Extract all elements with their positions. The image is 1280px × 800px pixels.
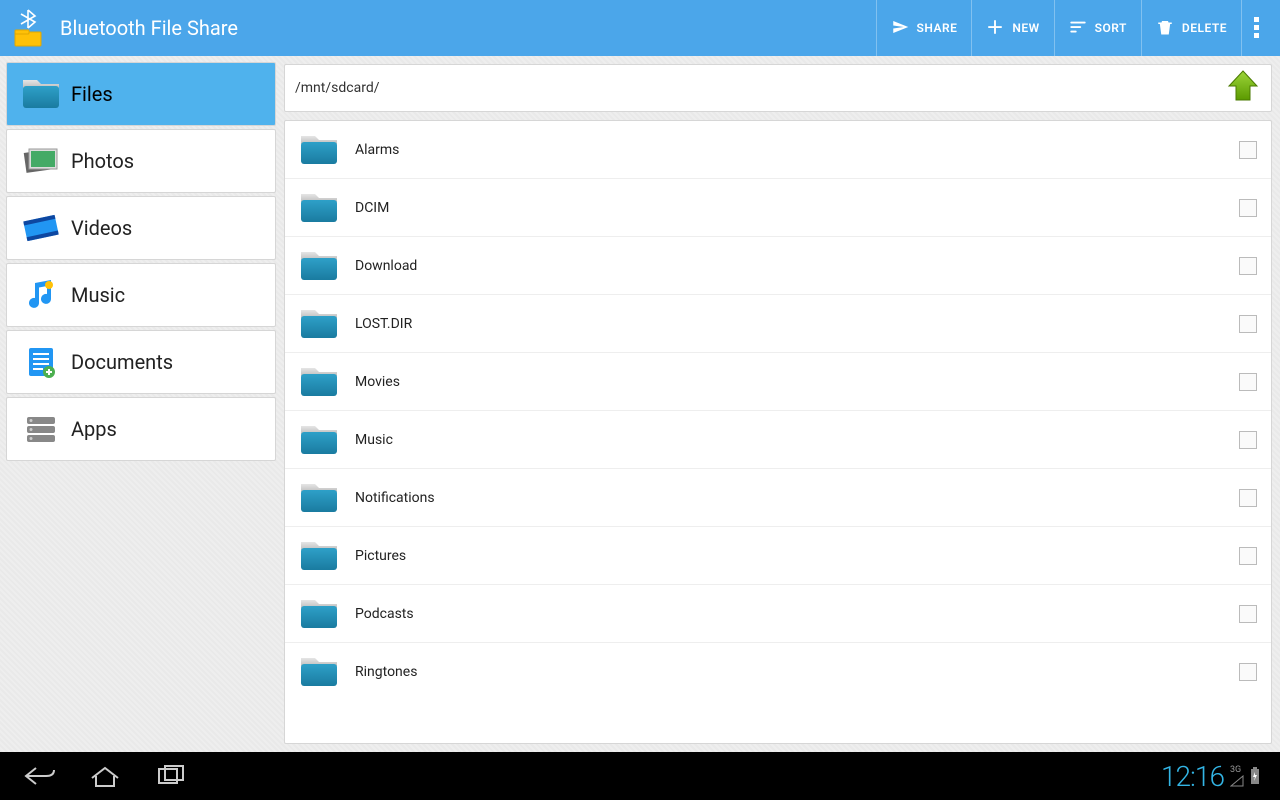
action-bar: Bluetooth File Share SHARE NEW SORT DELE… — [0, 0, 1280, 56]
home-icon — [88, 764, 122, 788]
overflow-menu-button[interactable] — [1241, 0, 1272, 56]
share-label: SHARE — [917, 21, 958, 35]
sidebar-item-label: Music — [71, 283, 125, 307]
main-body: Files Photos Videos Music Documents — [0, 56, 1280, 752]
list-item[interactable]: Podcasts — [285, 585, 1271, 643]
list-item[interactable]: Music — [285, 411, 1271, 469]
battery-icon — [1250, 767, 1260, 785]
list-item[interactable]: Pictures — [285, 527, 1271, 585]
app-title: Bluetooth File Share — [60, 16, 876, 40]
clock: 12:16 — [1161, 760, 1224, 793]
select-checkbox[interactable] — [1239, 373, 1257, 391]
documents-icon — [21, 342, 61, 382]
share-button[interactable]: SHARE — [876, 0, 972, 56]
folder-name: Podcasts — [355, 606, 1239, 622]
list-item[interactable]: LOST.DIR — [285, 295, 1271, 353]
sidebar-item-videos[interactable]: Videos — [6, 196, 276, 260]
list-item[interactable]: Download — [285, 237, 1271, 295]
folder-name: Movies — [355, 374, 1239, 390]
new-button[interactable]: NEW — [971, 0, 1053, 56]
file-list[interactable]: Alarms DCIM Download LOST.DIR Movies Music Not… — [284, 120, 1272, 744]
signal-icon — [1230, 775, 1244, 787]
list-item[interactable]: Alarms — [285, 121, 1271, 179]
select-checkbox[interactable] — [1239, 257, 1257, 275]
folder-name: LOST.DIR — [355, 316, 1239, 332]
folder-name: Alarms — [355, 142, 1239, 158]
select-checkbox[interactable] — [1239, 489, 1257, 507]
sort-label: SORT — [1095, 21, 1127, 35]
sidebar-item-apps[interactable]: Apps — [6, 397, 276, 461]
sidebar-item-photos[interactable]: Photos — [6, 129, 276, 193]
sidebar-item-music[interactable]: Music — [6, 263, 276, 327]
status-area[interactable]: 12:16 3G — [1161, 760, 1260, 793]
recents-button[interactable] — [152, 762, 190, 790]
folder-icon — [299, 362, 339, 402]
sidebar-item-label: Apps — [71, 417, 117, 441]
folder-icon — [299, 652, 339, 692]
folder-name: Ringtones — [355, 664, 1239, 680]
content-panel: /mnt/sdcard/ Alarms DCIM Download LOST.DIR M… — [282, 56, 1280, 752]
folder-icon — [299, 478, 339, 518]
folder-name: DCIM — [355, 200, 1239, 216]
folder-icon — [299, 536, 339, 576]
sidebar-item-documents[interactable]: Documents — [6, 330, 276, 394]
select-checkbox[interactable] — [1239, 315, 1257, 333]
list-item[interactable]: Movies — [285, 353, 1271, 411]
new-label: NEW — [1012, 21, 1039, 35]
sort-button[interactable]: SORT — [1054, 0, 1141, 56]
sort-icon — [1069, 18, 1087, 39]
music-icon — [21, 275, 61, 315]
select-checkbox[interactable] — [1239, 199, 1257, 217]
system-nav-bar: 12:16 3G — [0, 752, 1280, 800]
up-button[interactable] — [1225, 68, 1261, 108]
current-path: /mnt/sdcard/ — [295, 80, 380, 96]
folder-icon — [299, 420, 339, 460]
app-icon — [8, 8, 48, 48]
back-button[interactable] — [20, 762, 58, 790]
folder-name: Download — [355, 258, 1239, 274]
network-label: 3G — [1230, 766, 1241, 775]
photos-icon — [21, 141, 61, 181]
back-icon — [22, 764, 56, 788]
folder-icon — [299, 304, 339, 344]
sidebar: Files Photos Videos Music Documents — [0, 56, 282, 752]
sidebar-item-label: Videos — [71, 216, 132, 240]
sidebar-item-label: Files — [71, 82, 113, 106]
overflow-icon — [1254, 17, 1260, 39]
delete-button[interactable]: DELETE — [1141, 0, 1241, 56]
home-button[interactable] — [86, 762, 124, 790]
list-item[interactable]: DCIM — [285, 179, 1271, 237]
apps-icon — [21, 409, 61, 449]
delete-label: DELETE — [1182, 21, 1227, 35]
select-checkbox[interactable] — [1239, 141, 1257, 159]
select-checkbox[interactable] — [1239, 431, 1257, 449]
folder-name: Music — [355, 432, 1239, 448]
folder-icon — [299, 188, 339, 228]
select-checkbox[interactable] — [1239, 547, 1257, 565]
videos-icon — [21, 208, 61, 248]
sidebar-item-label: Documents — [71, 350, 173, 374]
select-checkbox[interactable] — [1239, 605, 1257, 623]
folder-icon — [299, 594, 339, 634]
arrow-up-icon — [1225, 68, 1261, 104]
folder-icon — [21, 74, 61, 114]
list-item[interactable]: Ringtones — [285, 643, 1271, 701]
path-bar: /mnt/sdcard/ — [284, 64, 1272, 112]
folder-name: Notifications — [355, 490, 1239, 506]
recents-icon — [154, 764, 188, 788]
folder-name: Pictures — [355, 548, 1239, 564]
folder-icon — [299, 130, 339, 170]
trash-icon — [1156, 18, 1174, 39]
sidebar-item-files[interactable]: Files — [6, 62, 276, 126]
share-icon — [891, 18, 909, 39]
folder-icon — [299, 246, 339, 286]
sidebar-item-label: Photos — [71, 149, 134, 173]
plus-icon — [986, 18, 1004, 39]
select-checkbox[interactable] — [1239, 663, 1257, 681]
list-item[interactable]: Notifications — [285, 469, 1271, 527]
